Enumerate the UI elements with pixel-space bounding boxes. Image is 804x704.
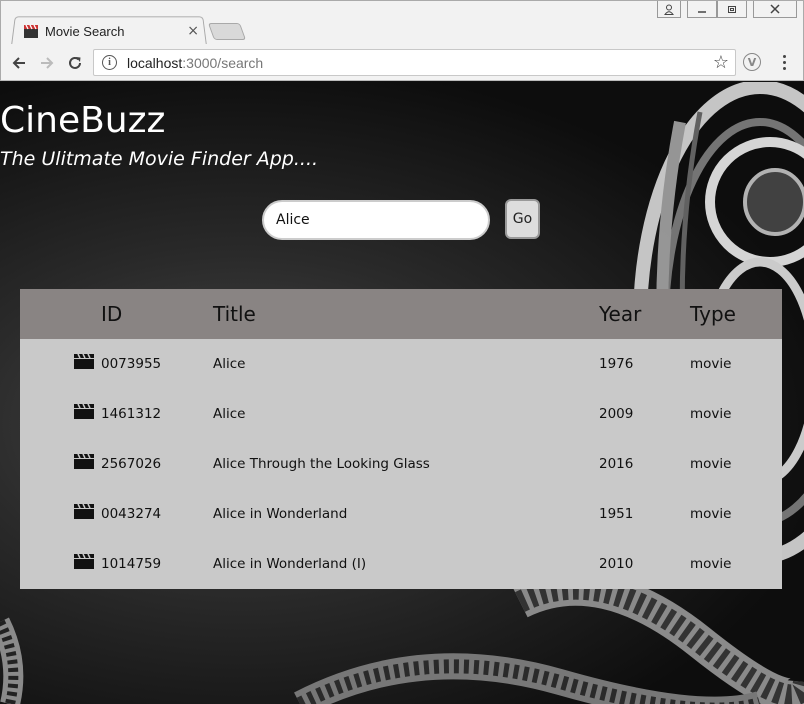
movie-year: 1951	[599, 506, 634, 522]
column-header-type: Type	[690, 302, 736, 326]
column-header-year: Year	[599, 302, 642, 326]
table-row[interactable]: 0043274 Alice in Wonderland 1951 movie	[20, 489, 782, 539]
cell-id: 2567026	[20, 453, 213, 472]
site-info-icon[interactable]: i	[102, 55, 117, 70]
table-row[interactable]: 1014759 Alice in Wonderland (I) 2010 mov…	[20, 539, 782, 589]
new-tab-button[interactable]	[207, 23, 247, 40]
movie-type: movie	[690, 356, 732, 372]
extension-icon[interactable]: V	[743, 53, 761, 71]
movie-title: Alice in Wonderland	[213, 506, 348, 522]
movie-type: movie	[690, 556, 732, 572]
table-row[interactable]: 2567026 Alice Through the Looking Glass …	[20, 439, 782, 489]
movie-year: 2009	[599, 406, 634, 422]
address-bar[interactable]: i localhost:3000/search ☆	[93, 49, 736, 76]
movie-id: 1461312	[101, 406, 162, 422]
movie-title: Alice	[213, 356, 246, 372]
cell-id: 0043274	[20, 503, 213, 522]
movie-id: 0073955	[101, 356, 162, 372]
movie-type: movie	[690, 456, 732, 472]
clapperboard-icon	[74, 553, 94, 569]
back-arrow-icon[interactable]	[8, 52, 30, 74]
tab-title: Movie Search	[45, 23, 125, 39]
table-row[interactable]: 1461312 Alice 2009 movie	[20, 389, 782, 439]
cell-id: 1461312	[20, 403, 213, 422]
column-header-title: Title	[213, 302, 256, 326]
movie-type: movie	[690, 406, 732, 422]
movie-title: Alice	[213, 406, 246, 422]
movie-year: 2016	[599, 456, 634, 472]
table-row[interactable]: 0073955 Alice 1976 movie	[20, 339, 782, 389]
movie-title: Alice Through the Looking Glass	[213, 456, 430, 472]
movie-type: movie	[690, 506, 732, 522]
app-subtitle: The Ulitmate Movie Finder App....	[0, 148, 319, 170]
movie-id: 2567026	[101, 456, 162, 472]
results-header-row: ID Title Year Type	[20, 289, 782, 339]
column-header-id: ID	[101, 302, 123, 326]
tab-close-icon[interactable]: ×	[187, 23, 199, 39]
movie-year: 1976	[599, 356, 634, 372]
browser-menu-icon[interactable]	[779, 53, 789, 71]
cell-id: 1014759	[20, 553, 213, 572]
browser-tab-strip: Movie Search ×	[0, 0, 804, 46]
movie-year: 2010	[599, 556, 634, 572]
minimize-icon[interactable]	[687, 1, 717, 18]
bookmark-star-icon[interactable]: ☆	[713, 52, 729, 73]
clapperboard-icon	[74, 403, 94, 419]
clapperboard-icon	[74, 353, 94, 369]
profile-icon[interactable]	[657, 1, 681, 18]
page-body: CineBuzz The Ulitmate Movie Finder App..…	[0, 82, 804, 704]
go-button[interactable]: Go	[505, 199, 540, 239]
window-controls	[653, 1, 797, 18]
app-title: CineBuzz	[0, 100, 166, 141]
results-body: 0073955 Alice 1976 movie 1461312 Alice 2…	[20, 339, 782, 589]
results-table: ID Title Year Type 0073955 Alice 1976 mo…	[20, 289, 782, 589]
close-window-icon[interactable]	[753, 1, 797, 18]
clapperboard-icon	[74, 453, 94, 469]
movie-search-input[interactable]	[262, 200, 490, 240]
browser-tab-content[interactable]: Movie Search ×	[23, 19, 199, 43]
url-text[interactable]: localhost:3000/search	[127, 55, 713, 71]
browser-toolbar: i localhost:3000/search ☆ V	[0, 44, 804, 81]
cell-id: 0073955	[20, 353, 213, 372]
forward-arrow-icon[interactable]	[36, 52, 58, 74]
reload-icon[interactable]	[64, 52, 86, 74]
movie-title: Alice in Wonderland (I)	[213, 556, 367, 572]
restore-icon[interactable]	[717, 1, 747, 18]
movie-id: 1014759	[101, 556, 162, 572]
clapperboard-icon	[74, 503, 94, 519]
clapperboard-favicon-icon	[24, 24, 38, 38]
movie-id: 0043274	[101, 506, 162, 522]
